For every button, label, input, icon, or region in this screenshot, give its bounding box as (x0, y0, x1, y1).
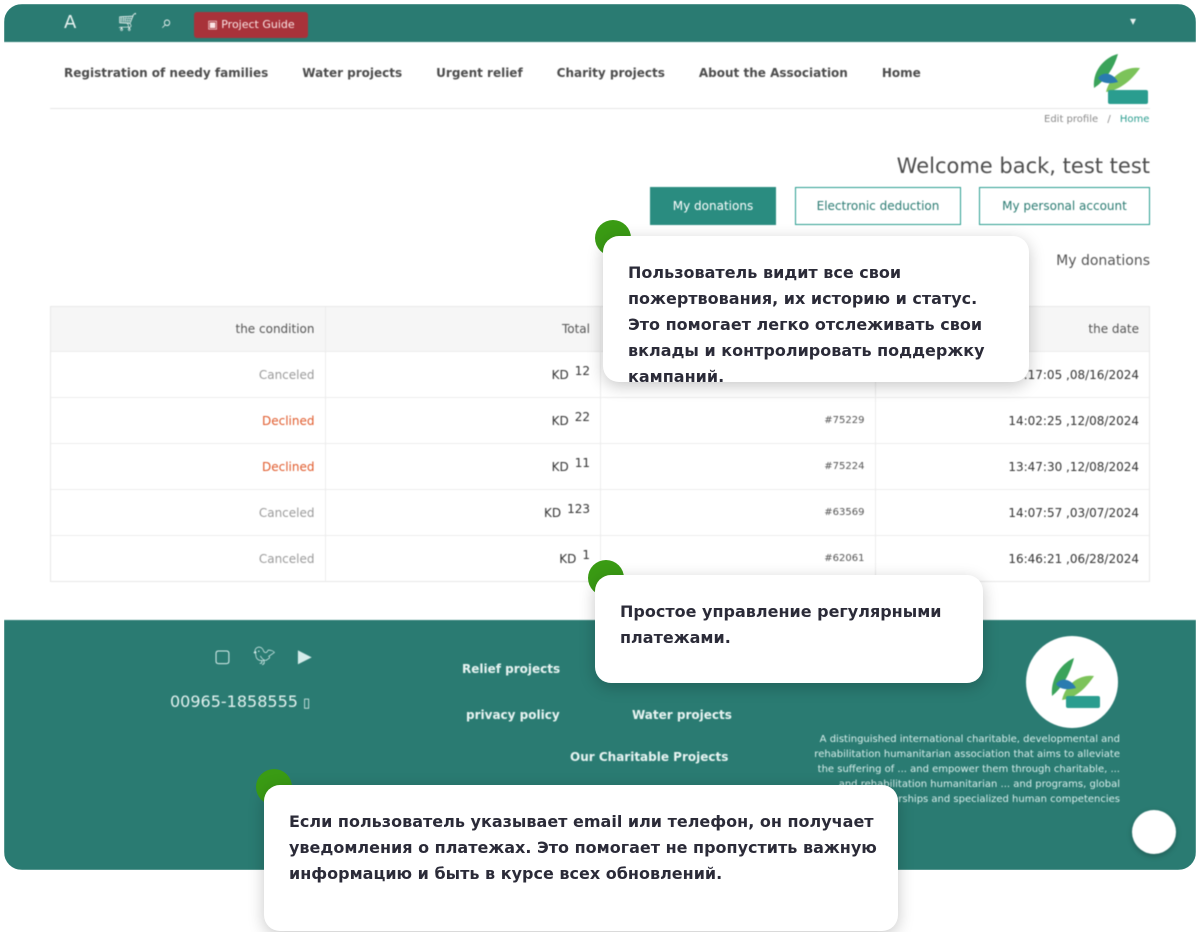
nav-item-charity[interactable]: Charity projects (557, 66, 665, 90)
footer-link-water[interactable]: Water projects (632, 708, 732, 722)
search-icon[interactable]: ⌕ (162, 12, 172, 33)
guide-icon: ▣ (207, 18, 218, 31)
cart-icon[interactable]: 🛒︎ (116, 12, 139, 33)
footer-link-relief[interactable]: Relief projects (462, 662, 560, 676)
total-cell: KD 123 (324, 490, 601, 535)
date-cell: 14:07:57 ,03/07/2024 (874, 490, 1150, 535)
nav-item-water[interactable]: Water projects (302, 66, 402, 90)
footer-logo (1026, 636, 1118, 728)
twitter-icon[interactable]: 🐦︎ (253, 646, 276, 667)
status-cell: Declined (262, 459, 315, 474)
tab-my-donations[interactable]: My donations (650, 187, 776, 225)
nav-item-about[interactable]: About the Association (699, 66, 848, 90)
order-cell[interactable]: #63569 (600, 490, 875, 535)
phone-number: 00965-1858555 (170, 692, 298, 711)
top-bar: A 🛒︎ ⌕ ▣ Project Guide ▾ (4, 4, 1196, 42)
amount: 12 (574, 363, 590, 378)
callout-text-2: Простое управление регулярными платежами… (620, 602, 942, 647)
order-cell[interactable]: #75224 (600, 444, 875, 489)
amount: 1 (582, 547, 590, 562)
breadcrumb-edit-profile[interactable]: Edit profile (1044, 114, 1098, 125)
youtube-icon[interactable]: ▶ (298, 646, 312, 667)
callout-donation-history: Пользователь видит все свои пожертвовани… (603, 236, 1029, 386)
footer-phone[interactable]: 00965-1858555 ▯ (170, 692, 310, 711)
status-cell: Canceled (258, 505, 315, 520)
date-cell: 14:02:25 ,12/08/2024 (874, 398, 1150, 443)
amount: 123 (567, 501, 590, 516)
footer-link-charitable[interactable]: Our Charitable Projects (570, 750, 728, 764)
callout-text-1: Пользователь видит все свои пожертвовани… (628, 263, 985, 386)
nav-divider (50, 108, 1150, 109)
nav-item-home[interactable]: Home (882, 66, 921, 90)
table-row[interactable]: Canceled KD 123 #63569 14:07:57 ,03/07/2… (51, 489, 1149, 535)
user-icon[interactable]: A (64, 12, 76, 33)
instagram-icon[interactable]: ▢ (214, 646, 231, 667)
currency: KD (551, 459, 569, 474)
amount: 11 (574, 455, 590, 470)
header-total: Total (324, 307, 601, 351)
app-frame: A 🛒︎ ⌕ ▣ Project Guide ▾ Registration of… (4, 4, 1196, 870)
status-cell: Canceled (258, 367, 315, 382)
total-cell: KD 11 (324, 444, 601, 489)
social-links: ▢ 🐦︎ ▶ (214, 646, 312, 667)
order-cell[interactable]: #75229 (600, 398, 875, 443)
callout-recurring-payments: Простое управление регулярными платежами… (595, 575, 983, 683)
footer-link-privacy[interactable]: privacy policy (466, 708, 560, 722)
welcome-heading: Welcome back, test test (896, 154, 1150, 178)
tab-personal-account[interactable]: My personal account (979, 187, 1150, 225)
currency: KD (551, 367, 569, 382)
header-condition: the condition (235, 322, 315, 336)
total-cell: KD 1 (324, 536, 601, 581)
table-row[interactable]: Declined KD 22 #75229 14:02:25 ,12/08/20… (51, 397, 1149, 443)
footer-logo-mark (1051, 658, 1100, 708)
currency: KD (543, 505, 562, 520)
amount: 22 (574, 409, 590, 424)
breadcrumb-home[interactable]: Home (1120, 114, 1150, 125)
currency: KD (559, 551, 577, 566)
language-dropdown[interactable]: ▾ (1130, 14, 1136, 28)
total-cell: KD 22 (324, 398, 601, 443)
date-cell: 13:47:30 ,12/08/2024 (874, 444, 1150, 489)
section-title: My donations (1056, 253, 1150, 269)
chat-widget-button[interactable] (1132, 810, 1176, 854)
callout-text-3: Если пользователь указывает email или те… (289, 812, 877, 883)
currency: KD (551, 413, 569, 428)
association-logo[interactable] (1084, 48, 1152, 108)
callout-notifications: Если пользователь указывает email или те… (264, 785, 898, 931)
project-guide-button[interactable]: ▣ Project Guide (194, 12, 308, 38)
table-row[interactable]: Declined KD 11 #75224 13:47:30 ,12/08/20… (51, 443, 1149, 489)
breadcrumb-separator: / (1107, 114, 1111, 125)
status-cell: Canceled (258, 551, 315, 566)
tab-electronic-deduction[interactable]: Electronic deduction (795, 187, 961, 225)
nav-item-registration[interactable]: Registration of needy families (64, 66, 268, 90)
total-cell: KD 12 (324, 352, 601, 397)
project-guide-label: Project Guide (221, 18, 295, 31)
status-cell: Declined (262, 413, 315, 428)
nav-item-urgent-relief[interactable]: Urgent relief (436, 66, 523, 90)
breadcrumb: Edit profile / Home (1044, 114, 1149, 125)
phone-icon: ▯ (303, 696, 311, 711)
main-nav: Registration of needy families Water pro… (64, 66, 921, 90)
